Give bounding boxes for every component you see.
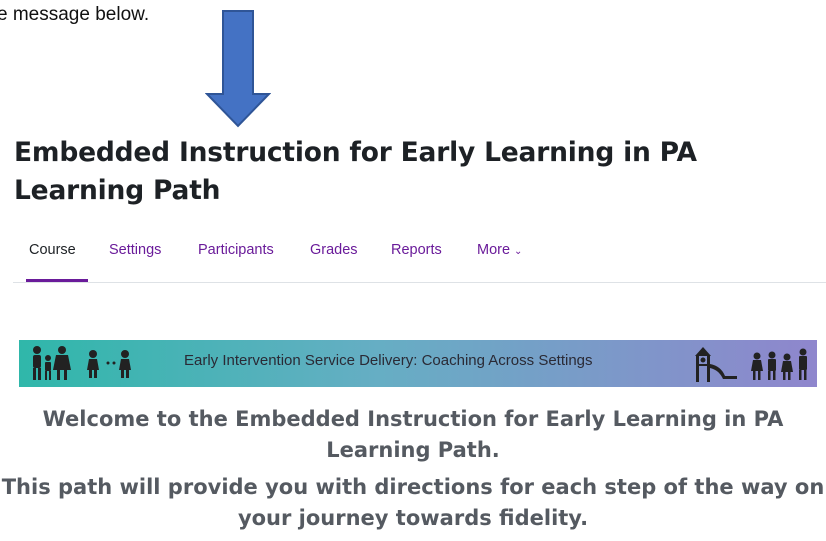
tab-participants-label: Participants: [198, 242, 274, 258]
playground-slide-icon: [695, 347, 737, 382]
instruction-note: e message below.: [0, 4, 150, 25]
tab-participants[interactable]: Participants: [198, 229, 274, 281]
chevron-down-icon: ⌄: [514, 246, 523, 257]
tab-reports[interactable]: Reports: [391, 229, 442, 281]
page: e message below. Embedded Instruction fo…: [0, 0, 826, 541]
course-nav-tabs: Course Settings Participants Grades Repo…: [13, 229, 826, 283]
welcome-heading: Welcome to the Embedded Instruction for …: [42, 407, 784, 462]
tab-reports-label: Reports: [391, 242, 442, 258]
playing-children-icon: [87, 350, 131, 378]
tab-course[interactable]: Course: [26, 229, 88, 282]
banner-text: Early Intervention Service Delivery: Coa…: [184, 352, 593, 369]
welcome-subheading: This path will provide you with directio…: [1, 475, 825, 530]
tab-more[interactable]: More ⌄: [477, 229, 522, 281]
children-group-icon: [751, 348, 807, 380]
tab-course-label: Course: [29, 242, 76, 258]
tab-settings[interactable]: Settings: [109, 229, 161, 281]
tab-more-label: More: [477, 242, 511, 258]
tab-grades-label: Grades: [310, 242, 358, 258]
down-arrow-icon: [205, 10, 271, 128]
course-banner-image: Early Intervention Service Delivery: Coa…: [19, 340, 817, 387]
family-icon: [33, 346, 71, 380]
tab-settings-label: Settings: [109, 242, 162, 258]
course-title: Embedded Instruction for Early Learning …: [14, 137, 697, 206]
tab-grades[interactable]: Grades: [310, 229, 358, 281]
